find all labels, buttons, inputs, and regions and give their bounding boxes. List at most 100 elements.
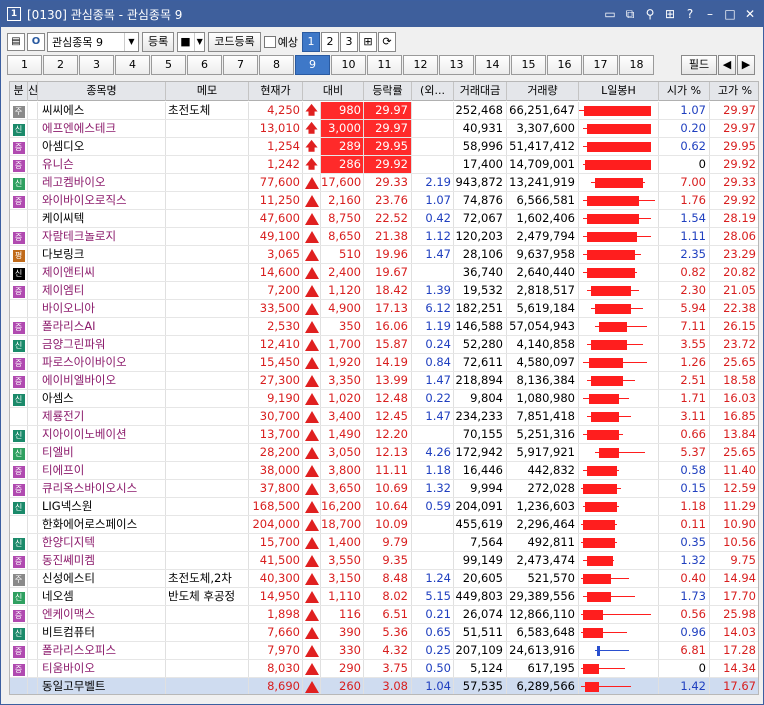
- col-volume[interactable]: 거래량: [507, 82, 579, 101]
- group-select[interactable]: 관심종목 9 ▼: [47, 31, 139, 52]
- tab-7[interactable]: 7: [223, 55, 258, 75]
- table-row[interactable]: 신 비트컴퓨터 7,660 390 5.36 0.65 51,511 6,583,648 0.9…: [10, 624, 758, 642]
- tab-13[interactable]: 13: [439, 55, 474, 75]
- close-icon[interactable]: ✕: [741, 5, 759, 23]
- tab-2[interactable]: 2: [43, 55, 78, 75]
- table-row[interactable]: 증 에이비엘바이오 27,300 3,350 13.99 1.47 218,894 8,136…: [10, 372, 758, 390]
- help-icon[interactable]: ?: [681, 5, 699, 23]
- table-row[interactable]: 바이오니아 33,500 4,900 17.13 6.12 182,251 5,619,18…: [10, 300, 758, 318]
- table-row[interactable]: 증 와이바이오로직스 11,250 2,160 23.76 1.07 74,876 6,566…: [10, 192, 758, 210]
- table-row[interactable]: 신 LIG넥스원 168,500 16,200 10.64 0.59 204,091 1,23…: [10, 498, 758, 516]
- field-button[interactable]: 필드: [681, 55, 717, 75]
- maximize-icon[interactable]: □: [721, 5, 739, 23]
- col-new[interactable]: 신: [28, 82, 38, 101]
- table-row[interactable]: 증 제이엠티 7,200 1,120 18.42 1.39 19,532 2,818,517 2…: [10, 282, 758, 300]
- tab-15[interactable]: 15: [511, 55, 546, 75]
- tab-10[interactable]: 10: [331, 55, 366, 75]
- grid-icon[interactable]: ⊞: [661, 5, 679, 23]
- table-row[interactable]: 신 네오셈 반도체 후공정 14,950 1,110 8.02 5.15 449,803 29,…: [10, 588, 758, 606]
- layout-icon[interactable]: ⊞: [358, 31, 377, 52]
- minimize-icon[interactable]: –: [701, 5, 719, 23]
- reserve-checkbox[interactable]: 예상: [263, 34, 298, 50]
- col-open[interactable]: 시가 %: [659, 82, 710, 101]
- table-row[interactable]: 신 지아이이노베이션 13,700 1,490 12.20 70,155 5,251,316…: [10, 426, 758, 444]
- table-row[interactable]: 신 에프엔에스테크 13,010 🡅 3,000 29.97 40,931 3,307,600…: [10, 120, 758, 138]
- trade-volume: 1,080,980: [507, 390, 579, 407]
- table-row[interactable]: 증 동진쎄미켐 41,500 3,550 9.35 99,149 2,473,474 1.32…: [10, 552, 758, 570]
- col-high[interactable]: 고가 %: [710, 82, 758, 101]
- col-sig[interactable]: 분: [10, 82, 28, 101]
- col-current[interactable]: 현재가: [249, 82, 303, 101]
- prev-tab-icon[interactable]: ◀: [718, 55, 736, 75]
- table-row[interactable]: 증 엔케이맥스 1,898 116 6.51 0.21 26,074 12,866,110 0.…: [10, 606, 758, 624]
- page-button-2[interactable]: 2: [320, 31, 339, 52]
- table-row[interactable]: 증 큐리옥스바이오시스 37,800 3,650 10.69 1.32 9,994 272,0…: [10, 480, 758, 498]
- tab-5[interactable]: 5: [151, 55, 186, 75]
- col-name[interactable]: 종목명: [38, 82, 166, 101]
- high-percent: 9.75: [710, 552, 758, 569]
- table-row[interactable]: 신 티엘비 28,200 3,050 12.13 4.26 172,942 5,917,921…: [10, 444, 758, 462]
- table-row[interactable]: 증 유니슨 1,242 🡅 286 29.92 17,400 14,709,001 0 29.92: [10, 156, 758, 174]
- col-diff[interactable]: 대비: [303, 82, 364, 101]
- table-row[interactable]: 주 씨씨에스 초전도체 4,250 🡅 980 29.97 252,468 66,251,647…: [10, 102, 758, 120]
- current-price: 11,250: [249, 192, 303, 209]
- memo: [166, 156, 249, 173]
- triangle-shape: [304, 339, 319, 351]
- table-row[interactable]: 케이씨텍 47,600 8,750 22.52 0.42 72,067 1,602,406 1…: [10, 210, 758, 228]
- open-percent: 0.56: [659, 606, 710, 623]
- tab-8[interactable]: 8: [259, 55, 294, 75]
- table-row[interactable]: 제룡전기 30,700 3,400 12.45 1.47 234,233 7,851,418…: [10, 408, 758, 426]
- tab-6[interactable]: 6: [187, 55, 222, 75]
- tab-14[interactable]: 14: [475, 55, 510, 75]
- color-select[interactable]: ■ ▼: [177, 31, 206, 52]
- table-row[interactable]: 주 신성에스티 초전도체,2차 40,300 3,150 8.48 1.24 20,605 52…: [10, 570, 758, 588]
- tab-17[interactable]: 17: [583, 55, 618, 75]
- tab-9[interactable]: 9: [295, 55, 330, 75]
- settings-icon[interactable]: ▤: [7, 32, 25, 51]
- signal-badge-label: 증: [12, 484, 25, 496]
- current-price: 30,700: [249, 408, 303, 425]
- table-row[interactable]: 증 폴라리스AI 2,530 350 16.06 1.19 146,588 57,054,94…: [10, 318, 758, 336]
- tab-18[interactable]: 18: [619, 55, 654, 75]
- tab-11[interactable]: 11: [367, 55, 402, 75]
- table-row[interactable]: 신 금양그린파워 12,410 1,700 15.87 0.24 52,280 4,140,8…: [10, 336, 758, 354]
- table-row[interactable]: 신 제이앤티씨 14,600 2,400 19.67 36,740 2,640,440 0.8…: [10, 264, 758, 282]
- table-row[interactable]: 증 폴라리스오피스 7,970 330 4.32 0.25 207,109 24,613,91…: [10, 642, 758, 660]
- page-button-3[interactable]: 3: [339, 31, 358, 52]
- table-row[interactable]: 증 티에프이 38,000 3,800 11.11 1.18 16,446 442,832 0.…: [10, 462, 758, 480]
- candle-body: [587, 268, 635, 278]
- chart-icon[interactable]: O: [27, 32, 45, 51]
- tab-16[interactable]: 16: [547, 55, 582, 75]
- table-row[interactable]: 증 아셈디오 1,254 🡅 289 29.95 58,996 51,417,412 0.62 2…: [10, 138, 758, 156]
- col-memo[interactable]: 메모: [166, 82, 249, 101]
- checkbox-box[interactable]: [263, 35, 276, 48]
- table-row[interactable]: 증 자람테크놀로지 49,100 8,650 21.38 1.12 120,203 2,479…: [10, 228, 758, 246]
- table-row[interactable]: 신 한양디지텍 15,700 1,400 9.79 7,564 492,811 0.35 10.…: [10, 534, 758, 552]
- monitor-icon[interactable]: ▭: [601, 5, 619, 23]
- col-foreign[interactable]: (외...: [412, 82, 454, 101]
- restore-multi-icon[interactable]: ⧉: [621, 5, 639, 23]
- tab-4[interactable]: 4: [115, 55, 150, 75]
- tab-3[interactable]: 3: [79, 55, 114, 75]
- table-row[interactable]: 신 아셈스 9,190 1,020 12.48 0.22 9,804 1,080,980 1.7…: [10, 390, 758, 408]
- memo: [166, 318, 249, 335]
- watchlist-table[interactable]: 분 신 종목명 메모 현재가 대비 등락률 (외... 거래대금 거래량 L일봉…: [9, 81, 759, 695]
- tab-1[interactable]: 1: [7, 55, 42, 75]
- table-row[interactable]: 동일고무벨트 8,690 260 3.08 1.04 57,535 6,289,566 1.4…: [10, 678, 758, 694]
- table-row[interactable]: 신 레고켐바이오 77,600 17,600 29.33 2.19 943,872 13,24…: [10, 174, 758, 192]
- tab-12[interactable]: 12: [403, 55, 438, 75]
- col-candle[interactable]: L일봉H: [579, 82, 659, 101]
- pin-icon[interactable]: ⚲: [641, 5, 659, 23]
- foreign-ratio: 1.47: [412, 372, 454, 389]
- register-button[interactable]: 등록: [142, 31, 175, 52]
- table-row[interactable]: 증 파로스아이바이오 15,450 1,920 14.19 0.84 72,611 4,580…: [10, 354, 758, 372]
- table-row[interactable]: 증 티움바이오 8,030 290 3.75 0.50 5,124 617,195 0 14.34: [10, 660, 758, 678]
- table-row[interactable]: 평 다보링크 3,065 510 19.96 1.47 28,106 9,637,958 2.3…: [10, 246, 758, 264]
- col-rate[interactable]: 등락률: [364, 82, 412, 101]
- page-button-1[interactable]: 1: [301, 31, 320, 52]
- refresh-icon[interactable]: ⟳: [377, 31, 396, 52]
- code-register-button[interactable]: 코드등록: [208, 31, 261, 52]
- col-amount[interactable]: 거래대금: [454, 82, 507, 101]
- next-tab-icon[interactable]: ▶: [737, 55, 755, 75]
- table-row[interactable]: 한화에어로스페이스 204,000 18,700 10.09 455,619 2,296,…: [10, 516, 758, 534]
